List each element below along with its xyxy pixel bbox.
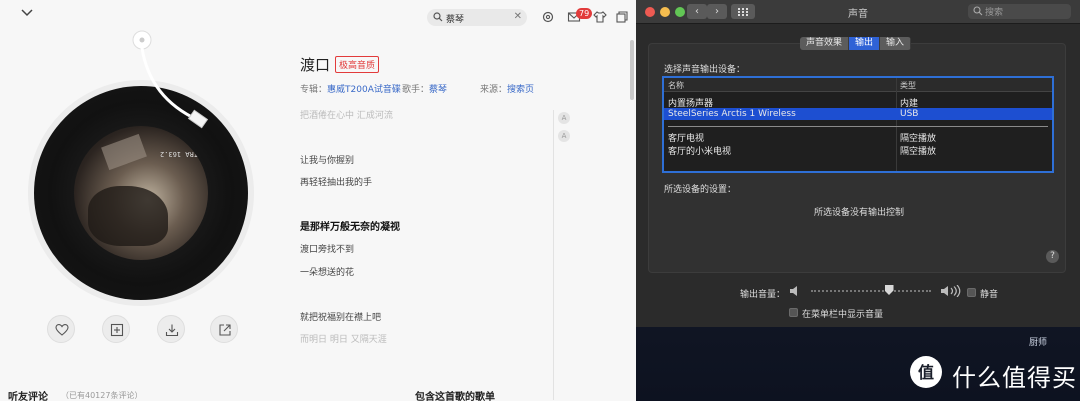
device-settings-label: 所选设备的设置：	[664, 185, 737, 195]
mini-mode-icon[interactable]	[615, 10, 629, 24]
page-scrollbar[interactable]	[630, 40, 634, 100]
album-cover: IRA 163.2	[74, 126, 208, 260]
tab-output[interactable]: 输出	[849, 37, 881, 50]
lyric-line: 一朵想送的花	[300, 268, 355, 278]
lyric-translate-button[interactable]: A	[558, 130, 570, 142]
close-window-icon[interactable]	[645, 7, 655, 17]
comments-title: 听友评论	[8, 392, 48, 401]
collapse-chevron-icon[interactable]	[20, 7, 34, 17]
singer-info: 歌手：蔡琴	[402, 85, 448, 95]
tonearm-icon	[132, 30, 209, 129]
sound-tabs: 声音效果 输出 输入	[800, 37, 912, 50]
share-button[interactable]	[210, 315, 238, 343]
back-button[interactable]: ‹	[687, 4, 707, 19]
volume-slider-knob[interactable]	[884, 285, 894, 295]
mute-checkbox[interactable]	[967, 288, 976, 297]
column-header-name[interactable]: 名称	[668, 80, 684, 91]
minimize-window-icon[interactable]	[660, 7, 670, 17]
table-header: 名称 类型	[664, 78, 1052, 92]
playlists-title: 包含这首歌的歌单	[415, 392, 495, 401]
table-row[interactable]: 内置扬声器 内建	[664, 95, 1052, 109]
search-icon	[973, 6, 983, 16]
share-icon	[219, 324, 231, 336]
title-bar: ‹ › 声音 搜索	[636, 0, 1080, 24]
download-button[interactable]	[157, 315, 185, 343]
svg-text:值: 值	[918, 363, 934, 382]
lyric-line: 就把祝福别在襟上吧	[300, 313, 382, 323]
forward-button[interactable]: ›	[707, 4, 727, 19]
song-title: 渡口	[300, 56, 331, 74]
prefs-search-field[interactable]: 搜索	[968, 4, 1071, 19]
comments-count: （已有40127条评论）	[61, 391, 143, 400]
download-icon	[165, 324, 179, 337]
dock-item-label: 厨师	[1029, 338, 1048, 348]
group-separator	[668, 126, 1048, 127]
help-button[interactable]: ?	[1046, 250, 1059, 263]
show-volume-in-menubar-label: 在菜单栏中显示音量	[802, 310, 884, 320]
brand-logo-icon: 值	[910, 356, 942, 388]
zoom-window-icon[interactable]	[675, 7, 685, 17]
speaker-low-icon	[790, 286, 797, 296]
column-header-type[interactable]: 类型	[900, 80, 916, 91]
like-button[interactable]	[47, 315, 75, 343]
lyric-line: 而明日 明日 又隔天涯	[300, 335, 387, 345]
volume-slider[interactable]	[811, 290, 931, 292]
clear-search-icon[interactable]: ✕	[514, 11, 522, 22]
show-volume-in-menubar-checkbox[interactable]	[789, 308, 798, 317]
lyric-line: 把酒倦在心中 汇成河流	[300, 111, 393, 121]
table-row[interactable]: 客厅的小米电视 隔空播放	[664, 143, 1052, 157]
sound-preferences-window: ‹ › 声音 搜索 声音效果 输出 输入 选择声音输出设备： 名称 类型 内置扬…	[636, 0, 1080, 327]
mail-badge: 79	[576, 8, 593, 19]
music-player: 蔡琴 ✕ 79 IRA 163.2 渡口 极高音质 专辑：惠威T200A试音碟 …	[0, 0, 636, 401]
desktop-background: ‹ › 声音 搜索 声音效果 输出 输入 选择声音输出设备： 名称 类型 内置扬…	[636, 0, 1080, 401]
album-link[interactable]: 惠威T200A试音碟	[327, 85, 401, 95]
search-query: 蔡琴	[446, 15, 465, 25]
search-placeholder: 搜索	[985, 8, 1004, 18]
quality-badge[interactable]: 极高音质	[335, 56, 380, 73]
no-output-controls-text: 所选设备没有输出控制	[814, 208, 905, 218]
grid-icon	[738, 8, 748, 16]
add-icon	[110, 323, 124, 337]
cover-caption: IRA 163.2	[160, 150, 198, 158]
skin-shirt-icon[interactable]	[593, 10, 607, 24]
mute-label: 静音	[980, 290, 999, 300]
speaker-high-icon	[941, 285, 961, 297]
search-icon	[433, 12, 443, 22]
window-title: 声音	[848, 9, 868, 20]
source-info: 来源：搜索页	[480, 85, 535, 95]
tab-input[interactable]: 输入	[880, 37, 912, 50]
settings-gear-icon[interactable]	[541, 10, 555, 24]
select-output-label: 选择声音输出设备：	[664, 65, 746, 75]
show-all-grid-button[interactable]	[731, 4, 755, 19]
table-row-selected[interactable]: SteelSeries Arctis 1 Wireless USB	[664, 108, 1052, 120]
lyric-line: 渡口旁找不到	[300, 245, 355, 255]
search-input[interactable]: 蔡琴 ✕	[427, 9, 527, 26]
column-divider	[896, 78, 897, 171]
brand-name: 什么值得买	[952, 364, 1077, 392]
singer-link[interactable]: 蔡琴	[429, 85, 447, 95]
lyric-font-button[interactable]: A	[558, 112, 570, 124]
lyric-line: 让我与你握别	[300, 156, 355, 166]
table-row[interactable]: 客厅电视 隔空播放	[664, 130, 1052, 144]
output-volume-label: 输出音量：	[740, 290, 786, 300]
album-info: 专辑：惠威T200A试音碟	[300, 85, 401, 95]
heart-icon	[55, 324, 69, 336]
add-to-playlist-button[interactable]	[102, 315, 130, 343]
lyric-line: 再轻轻抽出我的手	[300, 178, 373, 188]
lyric-line-current: 是那样万般无奈的凝视	[300, 222, 400, 233]
tab-sound-effects[interactable]: 声音效果	[800, 37, 850, 50]
lyrics-scroll-rail	[553, 110, 554, 400]
output-device-table: 名称 类型 内置扬声器 内建 SteelSeries Arctis 1 Wire…	[662, 76, 1054, 173]
source-link[interactable]: 搜索页	[507, 85, 534, 95]
